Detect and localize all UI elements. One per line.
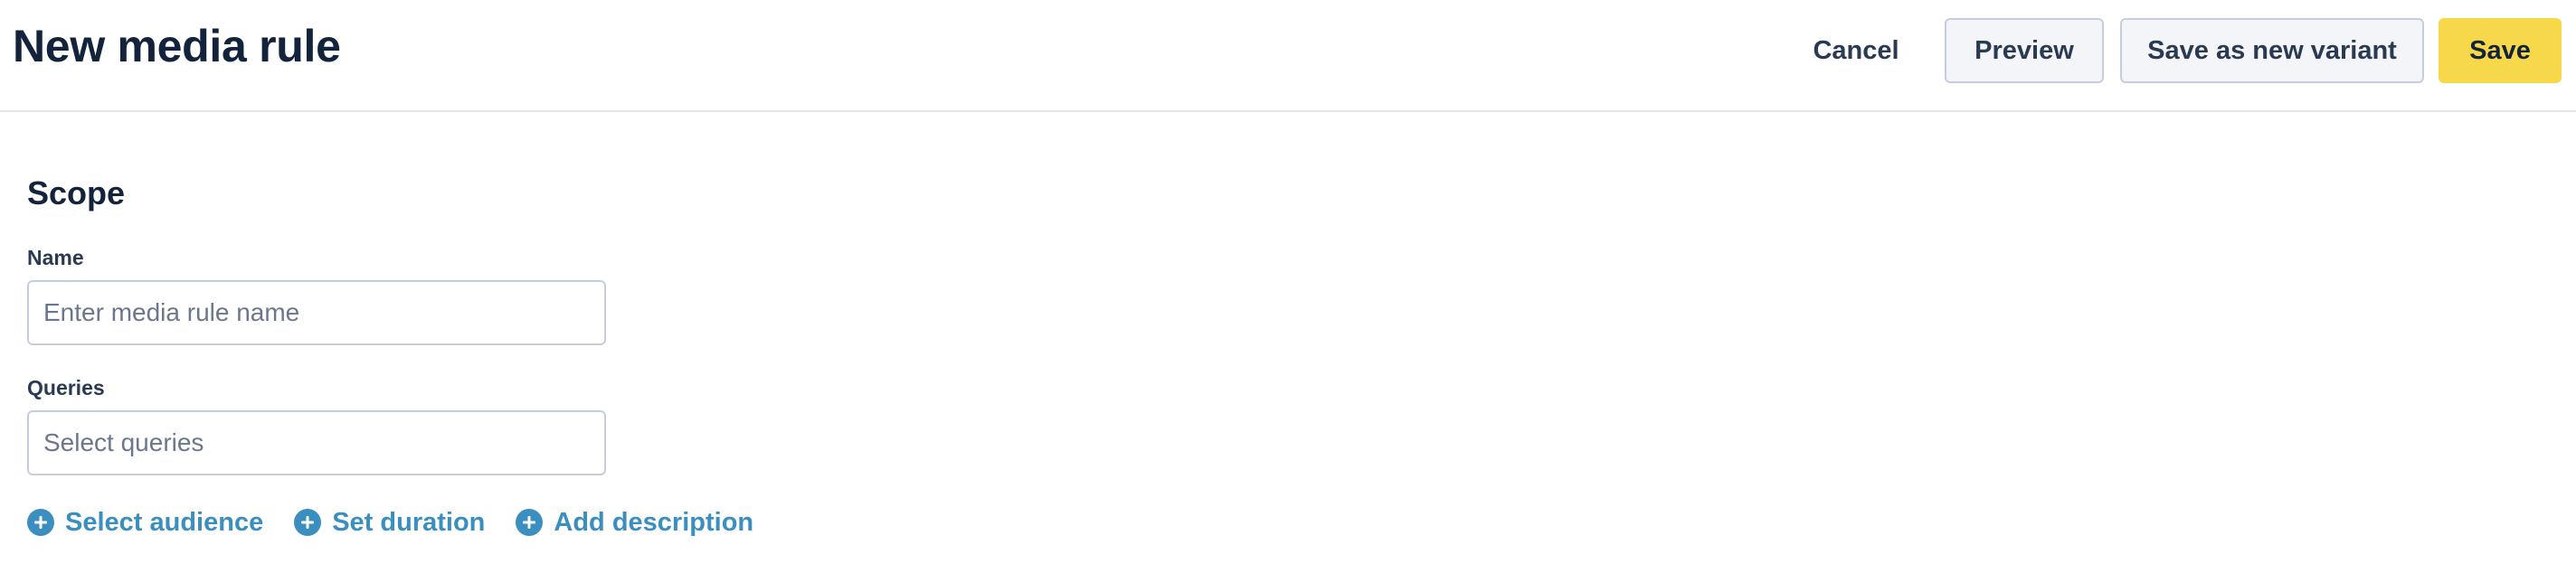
set-duration-link[interactable]: Set duration bbox=[294, 508, 485, 538]
add-description-label: Add description bbox=[554, 507, 754, 537]
set-duration-label: Set duration bbox=[332, 507, 486, 537]
name-label: Name bbox=[27, 246, 84, 269]
name-input[interactable] bbox=[27, 280, 606, 345]
scope-section-title: Scope bbox=[27, 174, 126, 211]
action-links: Select audience Set duration Add descrip… bbox=[27, 503, 784, 542]
select-audience-label: Select audience bbox=[65, 507, 264, 537]
add-description-link[interactable]: Add description bbox=[516, 508, 753, 538]
plus-circle-icon bbox=[516, 509, 544, 536]
page-title: New media rule bbox=[13, 21, 341, 71]
queries-select[interactable]: Select queries bbox=[27, 410, 606, 475]
queries-label: Queries bbox=[27, 376, 105, 399]
plus-circle-icon bbox=[27, 509, 54, 536]
queries-select-placeholder: Select queries bbox=[43, 428, 204, 456]
save-as-new-variant-button[interactable]: Save as new variant bbox=[2120, 18, 2424, 83]
select-audience-link[interactable]: Select audience bbox=[27, 508, 263, 538]
plus-circle-icon bbox=[294, 509, 322, 536]
save-button[interactable]: Save bbox=[2439, 18, 2562, 83]
page-header: New media rule Cancel Preview Save as ne… bbox=[0, 0, 2576, 112]
cancel-button[interactable]: Cancel bbox=[1796, 18, 1916, 83]
preview-button[interactable]: Preview bbox=[1945, 18, 2104, 83]
